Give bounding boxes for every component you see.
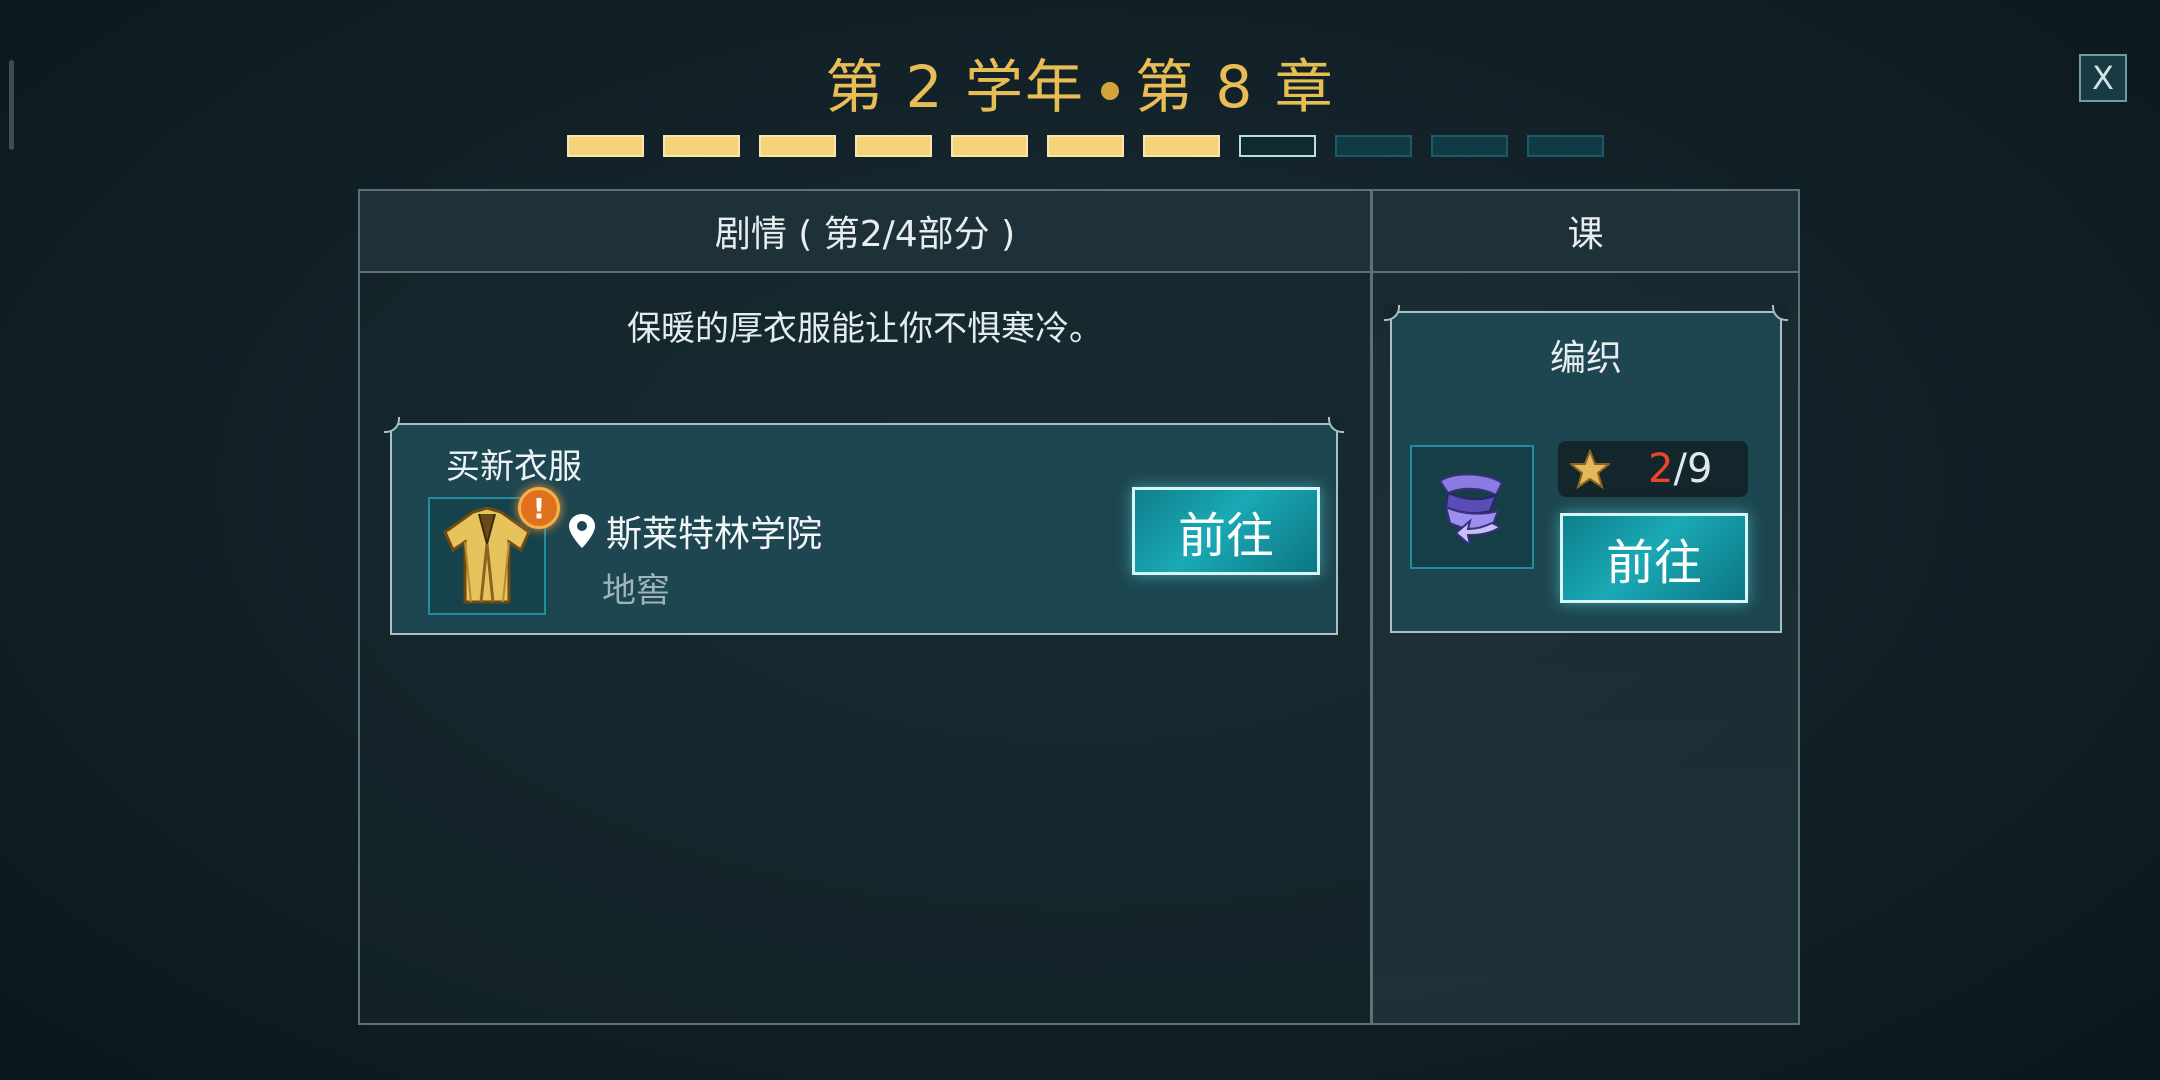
star-icon: [1570, 449, 1610, 489]
progress-segment: [1143, 135, 1220, 157]
progress-segment: [951, 135, 1028, 157]
lesson-stars: 2/9: [1558, 441, 1748, 497]
progress-segment: [1431, 135, 1508, 157]
chapter-label: 第 8 章: [1135, 53, 1335, 121]
task-name: 买新衣服: [446, 447, 582, 487]
location-name: 斯莱特林学院: [606, 514, 823, 555]
title-separator-dot: [1101, 82, 1119, 100]
progress-segment: [759, 135, 836, 157]
quest-description: 保暖的厚衣服能让你不惧寒冷。: [627, 309, 1103, 349]
quest-overview-panel: 剧情 ( 第2/4部分 ) 课 保暖的厚衣服能让你不惧寒冷。 买新衣服 ! 斯莱…: [358, 189, 1800, 1025]
lesson-go-button[interactable]: 前往: [1560, 513, 1748, 603]
progress-segment: [1047, 135, 1124, 157]
progress-segment: [1527, 135, 1604, 157]
year-label: 第 2 学年: [825, 53, 1085, 121]
lesson-name: 编织: [1549, 338, 1622, 379]
progress-segment: [1239, 135, 1316, 157]
stars-total: 9: [1686, 446, 1713, 492]
close-button[interactable]: X: [2079, 54, 2127, 102]
progress-segment: [855, 135, 932, 157]
quest-go-button[interactable]: 前往: [1132, 487, 1320, 575]
alert-icon: !: [518, 487, 560, 529]
task-location: 斯莱特林学院: [568, 505, 822, 557]
chapter-title: 第 2 学年 第 8 章: [0, 40, 2160, 124]
chapter-progress-bar: [567, 135, 1604, 157]
lesson-card: 编织 2/9 前往: [1384, 305, 1788, 633]
quest-task-card: 买新衣服 ! 斯莱特林学院 地窖 前往: [384, 417, 1344, 635]
location-pin-icon: [569, 514, 595, 548]
stars-separator: /: [1673, 446, 1687, 492]
quest-section-header: 剧情 ( 第2/4部分 ): [360, 191, 1370, 273]
stars-current: 2: [1648, 446, 1674, 492]
progress-segment: [567, 135, 644, 157]
sub-location: 地窖: [602, 571, 670, 611]
stars-count: 2/9: [1648, 446, 1712, 492]
lesson-icon-frame: [1410, 445, 1534, 569]
ribbon-icon: [1438, 473, 1504, 548]
progress-segment: [1335, 135, 1412, 157]
panel-divider: [1370, 191, 1373, 1023]
progress-segment: [663, 135, 740, 157]
lesson-section-header: 课: [1373, 191, 1798, 273]
